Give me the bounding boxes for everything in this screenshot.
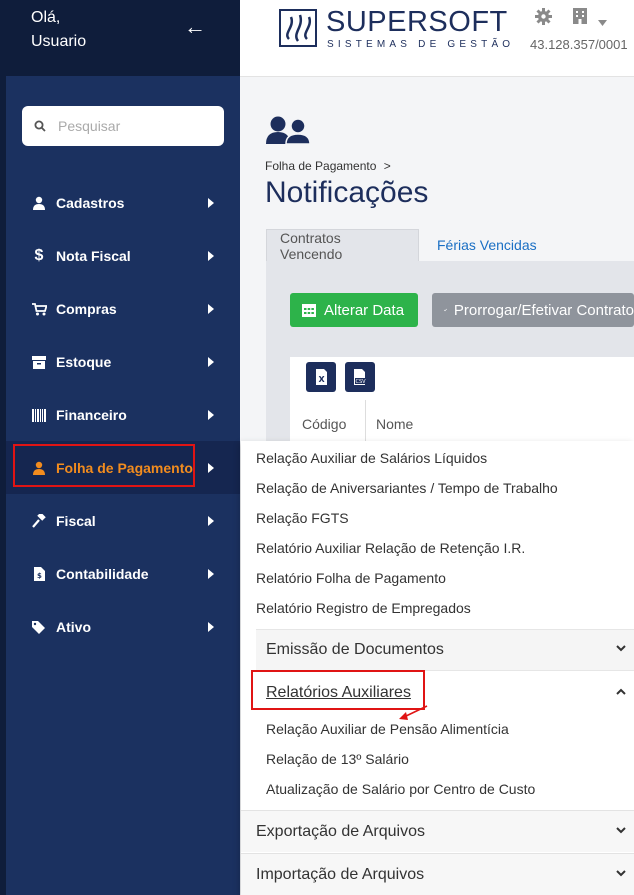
menu-item[interactable]: Relatório Registro de Empregados (256, 600, 471, 616)
users-icon (266, 116, 316, 149)
section-emissao-de-documentos[interactable]: Emissão de Documentos (256, 629, 634, 671)
sidebar-search[interactable] (22, 106, 224, 146)
csv-file-icon: CSV (354, 369, 368, 385)
sidebar-item-nota-fiscal[interactable]: $ Nota Fiscal (30, 241, 220, 271)
caret-right-icon (208, 304, 214, 314)
svg-text:CSV: CSV (356, 379, 367, 385)
search-icon (34, 120, 46, 132)
prorrogar-efetivar-button[interactable]: Prorrogar/Efetivar Contrato (432, 293, 634, 327)
menu-item[interactable]: Relação Auxiliar de Pensão Alimentícia (266, 721, 509, 737)
column-divider (365, 400, 366, 447)
data-table (290, 357, 634, 447)
menu-item[interactable]: Relação de 13º Salário (266, 751, 409, 767)
box-icon (30, 355, 48, 369)
caret-right-icon (208, 410, 214, 420)
sidebar-item-ativo[interactable]: Ativo (30, 612, 220, 642)
breadcrumb: Folha de Pagamento > (265, 159, 391, 173)
sidebar-item-compras[interactable]: Compras (30, 294, 220, 324)
sidebar-item-estoque[interactable]: Estoque (30, 347, 220, 377)
search-input[interactable] (56, 117, 210, 135)
caret-right-icon (208, 357, 214, 367)
greeting-hello: Olá, (31, 9, 61, 26)
sidebar-item-label: Fiscal (56, 513, 96, 529)
gavel-icon (30, 514, 48, 528)
excel-file-icon: X (316, 369, 327, 385)
menu-item[interactable]: Relação de Aniversariantes / Tempo de Tr… (256, 480, 558, 496)
sidebar-item-label: Estoque (56, 354, 112, 370)
check-icon (444, 308, 447, 312)
caret-right-icon (208, 569, 214, 579)
caret-right-icon (208, 251, 214, 261)
section-exportacao-de-arquivos[interactable]: Exportação de Arquivos (241, 810, 634, 852)
page-title: Notificações (265, 176, 429, 209)
sidebar-item-label: Nota Fiscal (56, 248, 131, 264)
annotation-arrow-icon (399, 705, 428, 720)
dollar-icon: $ (34, 247, 44, 264)
document-icon: $ (30, 567, 48, 581)
logo-icon (279, 9, 317, 47)
sidebar-item-financeiro[interactable]: Financeiro (30, 400, 220, 430)
caret-right-icon (208, 463, 214, 473)
section-label: Exportação de Arquivos (256, 823, 425, 840)
tab-ferias-vencidas[interactable]: Férias Vencidas (424, 229, 550, 261)
user-greeting: Olá, Usuario (31, 6, 86, 54)
menu-item[interactable]: Relação FGTS (256, 510, 349, 526)
cart-icon (30, 302, 48, 316)
building-icon[interactable] (573, 8, 587, 29)
chevron-down-icon (616, 870, 626, 877)
sidebar-item-label: Cadastros (56, 195, 125, 211)
breadcrumb-item[interactable]: Folha de Pagamento (265, 159, 376, 173)
company-cnpj: 43.128.357/0001 (530, 37, 628, 52)
greeting-username: Usuario (31, 33, 87, 50)
caret-down-icon[interactable] (598, 13, 607, 31)
chevron-down-icon (616, 645, 626, 652)
table-header-codigo[interactable]: Código (302, 416, 346, 432)
svg-text:X: X (319, 375, 326, 384)
chevron-up-icon (616, 688, 626, 695)
caret-right-icon (208, 622, 214, 632)
sidebar-item-fiscal[interactable]: Fiscal (30, 506, 220, 536)
section-importacao-de-arquivos[interactable]: Importação de Arquivos (241, 853, 634, 895)
annotation-highlight-box (13, 444, 195, 487)
menu-item[interactable]: Relatório Folha de Pagamento (256, 570, 446, 586)
button-label: Prorrogar/Efetivar Contrato (453, 301, 634, 319)
menu-item[interactable]: Atualização de Salário por Centro de Cus… (266, 781, 535, 797)
sidebar-item-label: Financeiro (56, 407, 127, 423)
caret-right-icon (208, 198, 214, 208)
calendar-icon (302, 304, 316, 317)
user-icon (30, 196, 48, 210)
svg-text:$: $ (37, 572, 42, 580)
sidebar-item-cadastros[interactable]: Cadastros (30, 188, 220, 218)
sidebar-item-label: Compras (56, 301, 117, 317)
logo-name: SUPERSOFT (326, 6, 508, 38)
export-csv-button[interactable]: CSV (345, 362, 375, 392)
tab-contratos-vencendo[interactable]: Contratos Vencendo (266, 229, 419, 262)
sidebar-item-contabilidade[interactable]: $ Contabilidade (30, 559, 220, 589)
gear-icon[interactable] (535, 8, 552, 30)
export-excel-button[interactable]: X (306, 362, 336, 392)
caret-right-icon (208, 516, 214, 526)
tags-icon (30, 620, 48, 634)
menu-item[interactable]: Relação Auxiliar de Salários Líquidos (256, 450, 487, 466)
breadcrumb-separator: > (383, 159, 391, 173)
alterar-data-button[interactable]: Alterar Data (290, 293, 418, 327)
barcode-icon (30, 408, 48, 422)
section-label: Importação de Arquivos (256, 866, 425, 883)
section-label: Emissão de Documentos (266, 641, 444, 658)
sidebar-item-label: Ativo (56, 619, 91, 635)
menu-item[interactable]: Relatório Auxiliar Relação de Retenção I… (256, 540, 525, 556)
chevron-down-icon (616, 827, 626, 834)
logo-tagline: SISTEMAS DE GESTÃO (327, 39, 515, 50)
button-label: Alterar Data (324, 301, 405, 319)
collapse-arrow-icon[interactable]: ← (184, 16, 206, 38)
table-header-nome[interactable]: Nome (376, 416, 413, 432)
sidebar-item-label: Contabilidade (56, 566, 149, 582)
